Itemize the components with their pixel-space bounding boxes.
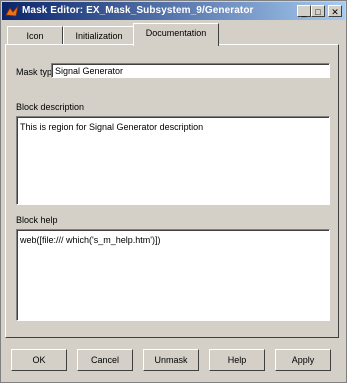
ok-button[interactable]: OK	[11, 349, 67, 371]
tab-icon[interactable]: Icon	[7, 26, 63, 45]
unmask-button[interactable]: Unmask	[143, 349, 199, 371]
tab-strip: Icon Initialization Documentation	[5, 23, 340, 46]
block-help-label: Block help	[16, 215, 58, 225]
block-description-textarea[interactable]: This is region for Signal Generator desc…	[16, 116, 330, 205]
minimize-button[interactable]: _	[297, 5, 311, 17]
block-help-text: web([file:/// which('s_m_help.htm')])	[20, 235, 161, 245]
mask-editor-window: Mask Editor: EX_Mask_Subsystem_9/Generat…	[0, 0, 347, 383]
title-bar[interactable]: Mask Editor: EX_Mask_Subsystem_9/Generat…	[2, 2, 345, 20]
maximize-button[interactable]: □	[311, 5, 325, 17]
block-help-textarea[interactable]: web([file:/// which('s_m_help.htm')])	[16, 229, 330, 321]
matlab-logo-icon	[5, 5, 19, 17]
cancel-button[interactable]: Cancel	[77, 349, 133, 371]
block-description-text: This is region for Signal Generator desc…	[20, 122, 204, 132]
tab-initialization[interactable]: Initialization	[63, 26, 135, 45]
block-description-label: Block description	[16, 102, 85, 112]
close-button[interactable]: ✕	[328, 5, 342, 17]
mask-type-field[interactable]: Signal Generator	[51, 63, 330, 78]
window-title: Mask Editor: EX_Mask_Subsystem_9/Generat…	[22, 5, 254, 16]
apply-button[interactable]: Apply	[275, 349, 331, 371]
tab-documentation[interactable]: Documentation	[133, 23, 219, 46]
help-button[interactable]: Help	[209, 349, 265, 371]
